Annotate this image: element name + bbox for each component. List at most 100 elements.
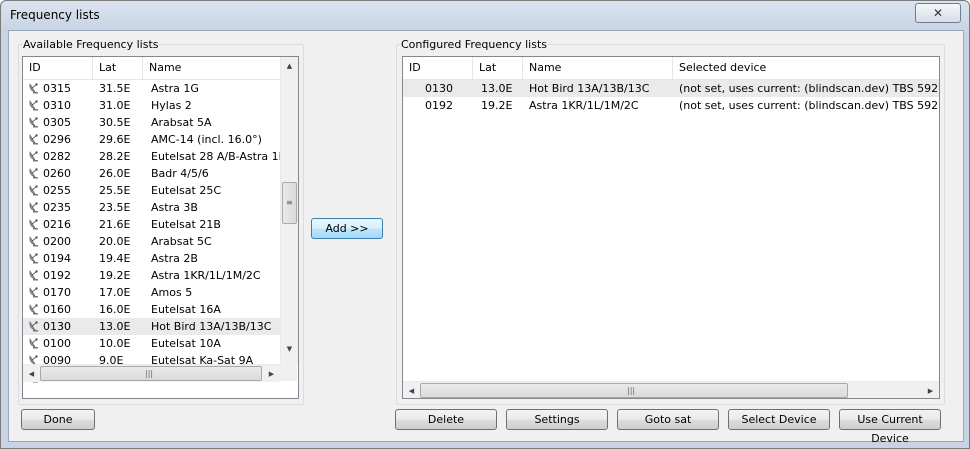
available-vertical-scrollbar[interactable]: ▲ ≡ ▼ — [280, 57, 298, 364]
column-header-lat[interactable]: Lat — [473, 57, 523, 79]
row-name: Astra 1G — [151, 82, 199, 95]
row-id: 0305 — [43, 116, 71, 129]
row-id: 0216 — [43, 218, 71, 231]
row-name: Eutelsat 28 A/B-Astra 1N… — [151, 150, 280, 163]
scroll-down-arrow-icon[interactable]: ▼ — [281, 340, 298, 357]
list-item[interactable]: 0305 30.5E Arabsat 5A — [23, 114, 280, 131]
list-item[interactable]: 0192 19.2E Astra 1KR/1L/1M/2C (not set, use… — [403, 97, 939, 114]
row-name: Astra 1KR/1L/1M/2C — [529, 99, 639, 112]
scroll-right-arrow-icon[interactable]: ▶ — [922, 382, 939, 398]
configured-lists-header: ID Lat Name Selected device — [403, 57, 939, 80]
list-item[interactable]: 0315 31.5E Astra 1G — [23, 80, 280, 97]
column-header-lat[interactable]: Lat — [93, 57, 143, 79]
list-item[interactable]: 0130 13.0E Hot Bird 13A/13B/13C — [23, 318, 280, 335]
goto-sat-button[interactable]: Goto sat — [617, 409, 719, 430]
row-lat: 20.0E — [99, 235, 131, 248]
satellite-dish-icon — [29, 270, 38, 281]
row-id: 0310 — [43, 99, 71, 112]
row-name: AMC-14 (incl. 16.0°) — [151, 133, 262, 146]
list-item[interactable]: 0296 29.6E AMC-14 (incl. 16.0°) — [23, 131, 280, 148]
list-item[interactable]: 0235 23.5E Astra 3B — [23, 199, 280, 216]
available-horizontal-scrollbar[interactable]: ◀ ||| ▶ — [23, 364, 280, 382]
grip-icon: ≡ — [286, 198, 293, 207]
row-id: 0282 — [43, 150, 71, 163]
column-header-name[interactable]: Name — [523, 57, 673, 79]
configured-horizontal-scrollbar[interactable]: ◀ ||| ▶ — [403, 381, 939, 398]
list-item[interactable]: 0260 26.0E Badr 4/5/6 — [23, 165, 280, 182]
select-device-button[interactable]: Select Device — [728, 409, 830, 430]
row-name: Amos 5 — [151, 286, 193, 299]
row-lat: 31.0E — [99, 99, 131, 112]
satellite-dish-icon — [29, 117, 38, 128]
vertical-scroll-thumb[interactable]: ≡ — [282, 182, 297, 224]
row-id: 0296 — [43, 133, 71, 146]
row-lat: 31.5E — [99, 82, 131, 95]
dialog-client-area: Available Frequency lists ID Lat Name 03… — [8, 30, 964, 445]
add-button[interactable]: Add >> — [311, 218, 383, 239]
use-current-device-button[interactable]: Use Current Device — [839, 409, 941, 445]
row-name: Badr 4/5/6 — [151, 167, 209, 180]
title-bar[interactable]: Frequency lists ✕ — [1, 1, 969, 29]
column-header-id[interactable]: ID — [403, 57, 473, 79]
row-selected-device: (not set, uses current: (blindscan.dev) … — [679, 99, 939, 112]
scroll-right-arrow-icon[interactable]: ▶ — [263, 365, 280, 382]
row-name: Astra 2B — [151, 252, 198, 265]
configured-lists-listview[interactable]: ID Lat Name Selected device 0130 13.0E Hot… — [402, 56, 940, 399]
row-lat: 26.0E — [99, 167, 131, 180]
list-item[interactable]: 0310 31.0E Hylas 2 — [23, 97, 280, 114]
horizontal-scroll-thumb[interactable]: ||| — [40, 366, 262, 381]
list-item[interactable]: 0192 19.2E Astra 1KR/1L/1M/2C — [23, 267, 280, 284]
column-header-name[interactable]: Name — [143, 57, 280, 79]
list-item[interactable]: 0255 25.5E Eutelsat 25C — [23, 182, 280, 199]
satellite-dish-icon — [29, 287, 38, 298]
row-id: 0235 — [43, 201, 71, 214]
satellite-dish-icon — [29, 304, 38, 315]
column-header-selected-device[interactable]: Selected device — [673, 57, 939, 79]
list-item[interactable]: 0100 10.0E Eutelsat 10A — [23, 335, 280, 352]
close-button[interactable]: ✕ — [915, 3, 961, 23]
satellite-dish-icon — [29, 151, 38, 162]
row-lat: 23.5E — [99, 201, 131, 214]
list-item[interactable]: 0194 19.4E Astra 2B — [23, 250, 280, 267]
grip-icon: ||| — [145, 369, 154, 378]
row-name: Hot Bird 13A/13B/13C — [529, 82, 650, 95]
list-item[interactable]: 0200 20.0E Arabsat 5C — [23, 233, 280, 250]
configured-lists-label: Configured Frequency lists — [401, 38, 548, 51]
row-lat: 13.0E — [99, 320, 131, 333]
scroll-up-arrow-icon[interactable]: ▲ — [281, 57, 298, 74]
window-title: Frequency lists — [10, 8, 100, 22]
column-header-id[interactable]: ID — [23, 57, 93, 79]
scroll-left-arrow-icon[interactable]: ◀ — [23, 365, 40, 382]
list-item[interactable]: 0170 17.0E Amos 5 — [23, 284, 280, 301]
row-lat: 29.6E — [99, 133, 131, 146]
list-item[interactable]: 0160 16.0E Eutelsat 16A — [23, 301, 280, 318]
list-item[interactable]: 0216 21.6E Eutelsat 21B — [23, 216, 280, 233]
row-lat: 25.5E — [99, 184, 131, 197]
available-lists-listview[interactable]: ID Lat Name 0315 31.5E Astra 1G 0310 31.0E Hy… — [22, 56, 299, 399]
satellite-dish-icon — [29, 83, 38, 94]
satellite-dish-icon — [29, 253, 38, 264]
done-button[interactable]: Done — [21, 409, 95, 430]
row-lat: 17.0E — [99, 286, 131, 299]
list-item[interactable]: 0282 28.2E Eutelsat 28 A/B-Astra 1N… — [23, 148, 280, 165]
list-item[interactable]: 0130 13.0E Hot Bird 13A/13B/13C (not set, u… — [403, 80, 939, 97]
delete-button[interactable]: Delete — [395, 409, 497, 430]
satellite-dish-icon — [29, 185, 38, 196]
row-lat: 30.5E — [99, 116, 131, 129]
scroll-left-arrow-icon[interactable]: ◀ — [403, 382, 420, 398]
row-lat: 10.0E — [99, 337, 131, 350]
satellite-dish-icon — [29, 236, 38, 247]
row-lat: 19.4E — [99, 252, 131, 265]
satellite-dish-icon — [29, 219, 38, 230]
satellite-dish-icon — [29, 321, 38, 332]
row-lat: 19.2E — [99, 269, 131, 282]
close-icon: ✕ — [932, 6, 944, 20]
satellite-dish-icon — [29, 100, 38, 111]
row-id: 0130 — [43, 320, 71, 333]
settings-button[interactable]: Settings — [506, 409, 608, 430]
row-id: 0194 — [43, 252, 71, 265]
horizontal-scroll-thumb[interactable]: ||| — [420, 383, 848, 398]
row-name: Astra 1KR/1L/1M/2C — [151, 269, 261, 282]
row-id: 0192 — [425, 99, 453, 112]
row-name: Arabsat 5C — [151, 235, 212, 248]
